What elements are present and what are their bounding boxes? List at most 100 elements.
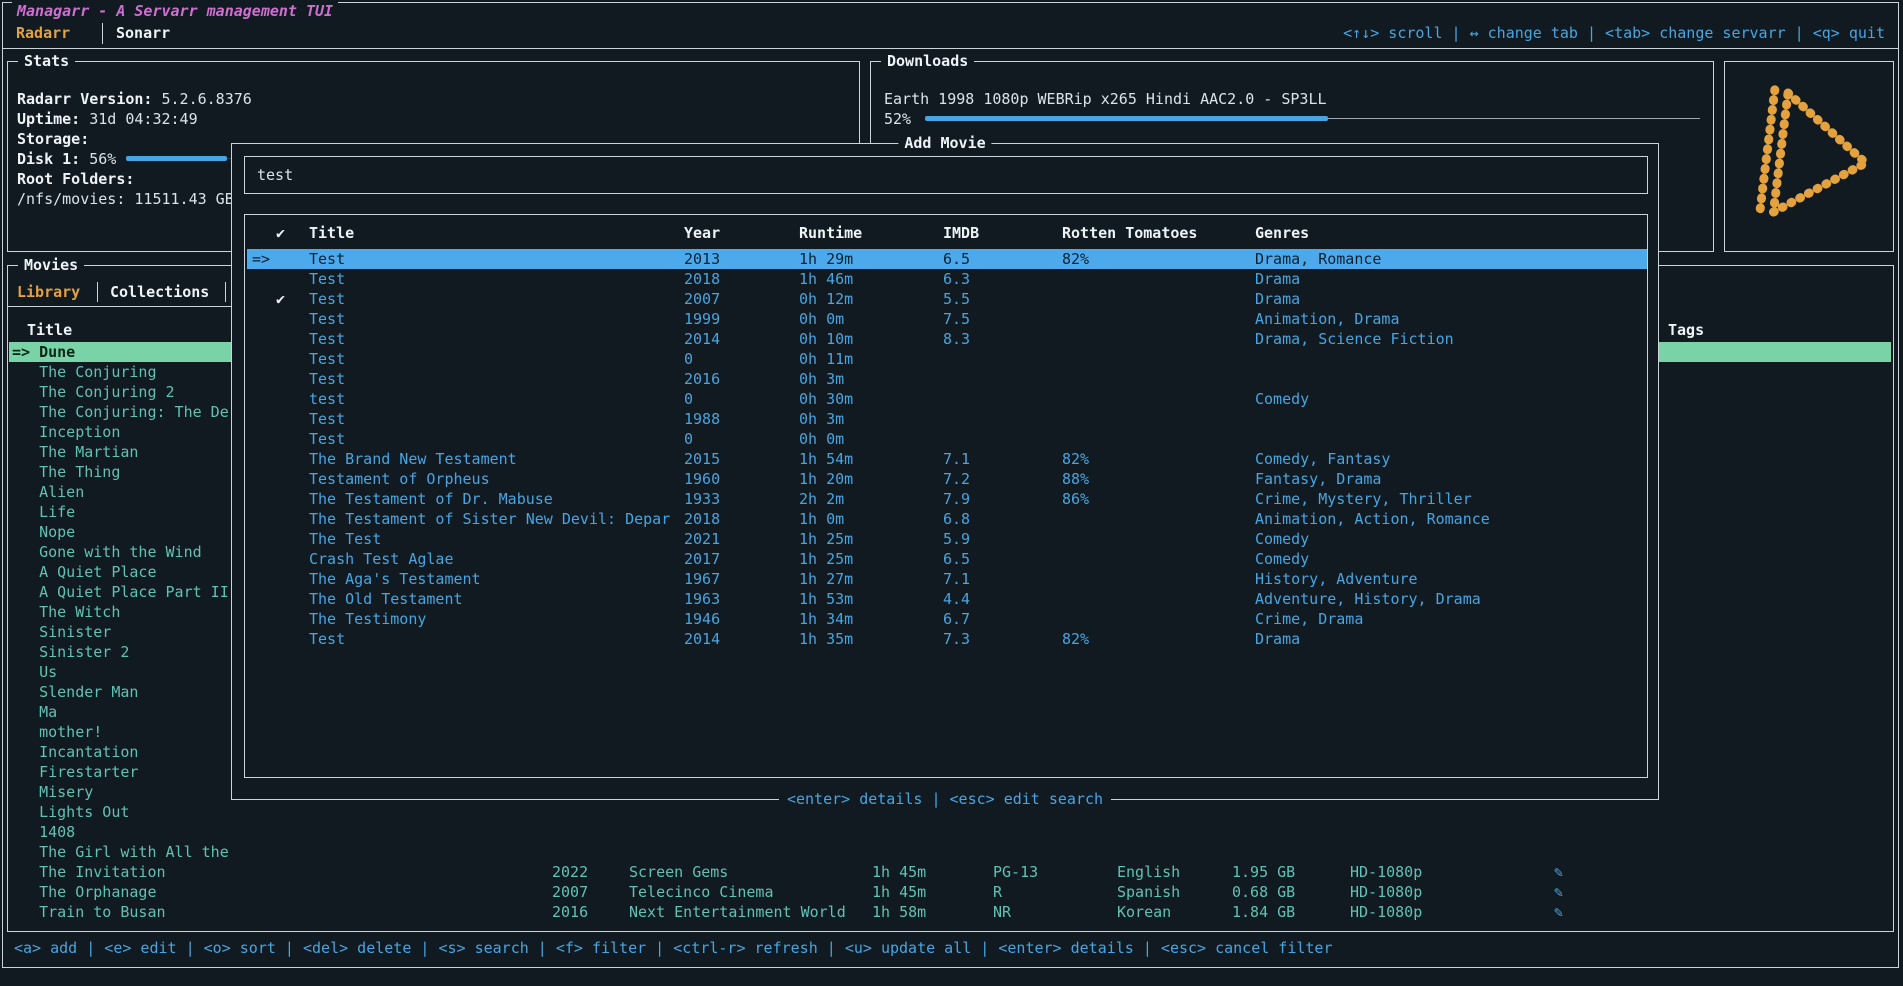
result-imdb: 7.2 <box>943 469 970 489</box>
selection-prefix-icon: => <box>252 249 270 269</box>
result-genres: Drama, Romance <box>1255 249 1381 269</box>
add-movie-result-row[interactable]: test00h 30mComedy <box>247 389 1647 409</box>
add-movie-result-row[interactable]: Test00h 11m <box>247 349 1647 369</box>
result-year: 1967 <box>684 569 720 589</box>
movie-list-item[interactable]: The Girl with All the <box>12 842 228 862</box>
add-movie-result-row[interactable]: Test20181h 46m6.3Drama <box>247 269 1647 289</box>
downloads-content: Earth 1998 1080p WEBRip x265 Hindi AAC2.… <box>884 89 1327 129</box>
add-movie-result-row[interactable]: Test19880h 3m <box>247 409 1647 429</box>
result-year: 0 <box>684 349 693 369</box>
managarr-app: Managarr - A Servarr management TUI Rada… <box>0 0 1903 986</box>
result-imdb: 6.8 <box>943 509 970 529</box>
result-runtime: 0h 10m <box>799 329 853 349</box>
movie-list-item[interactable]: 1408 <box>12 822 228 842</box>
result-rotten_tomatoes: 82% <box>1062 249 1089 269</box>
tab-library[interactable]: Library <box>17 282 80 302</box>
result-title: Crash Test Aglae <box>309 549 454 569</box>
result-genres: Drama <box>1255 269 1300 289</box>
add-movie-result-row[interactable]: =>Test20131h 29m6.582%Drama, Romance <box>247 249 1647 269</box>
add-movie-result-row[interactable]: Test00h 0m <box>247 429 1647 449</box>
movie-list-item[interactable]: Ma <box>12 702 228 722</box>
result-title: The Aga's Testament <box>309 569 481 589</box>
movie-list-item[interactable]: mother! <box>12 722 228 742</box>
results-column-header: IMDB <box>943 223 979 243</box>
stats-content: Radarr Version: 5.2.6.8376 Uptime: 31d 0… <box>17 89 252 209</box>
movie-list-item[interactable]: Sinister <box>12 622 228 642</box>
result-title: Test <box>309 289 345 309</box>
movie-language: English <box>1117 862 1180 882</box>
result-runtime: 0h 12m <box>799 289 853 309</box>
add-movie-result-row[interactable]: The Aga's Testament19671h 27m7.1History,… <box>247 569 1647 589</box>
movie-list-item[interactable]: Life <box>12 502 228 522</box>
result-runtime: 1h 0m <box>799 509 844 529</box>
add-movie-result-row[interactable]: The Testament of Sister New Devil: Depar… <box>247 509 1647 529</box>
add-movie-result-row[interactable]: Crash Test Aglae20171h 25m6.5Comedy <box>247 549 1647 569</box>
library-table-row[interactable]: 2007Telecinco Cinema1h 45mRSpanish0.68 G… <box>8 882 1888 902</box>
add-movie-result-row[interactable]: Test20160h 3m <box>247 369 1647 389</box>
library-table-row[interactable]: 2022Screen Gems1h 45mPG-13English1.95 GB… <box>8 862 1888 882</box>
add-movie-search-input[interactable]: test <box>244 156 1648 194</box>
movie-list-item[interactable]: Sinister 2 <box>12 642 228 662</box>
movie-list-item[interactable]: => Dune <box>12 342 228 362</box>
library-table-row[interactable]: 2016Next Entertainment World1h 58mNRKore… <box>8 902 1888 922</box>
results-column-header: Genres <box>1255 223 1309 243</box>
add-movie-result-row[interactable]: The Brand New Testament20151h 54m7.182%C… <box>247 449 1647 469</box>
add-movie-result-row[interactable]: The Old Testament19631h 53m4.4Adventure,… <box>247 589 1647 609</box>
movie-list-item[interactable]: The Conjuring 2 <box>12 382 228 402</box>
result-title: The Brand New Testament <box>309 449 517 469</box>
movie-list-item[interactable]: Slender Man <box>12 682 228 702</box>
movie-list-item[interactable]: Gone with the Wind <box>12 542 228 562</box>
results-column-header: Year <box>684 223 720 243</box>
result-genres: Animation, Drama <box>1255 309 1400 329</box>
movie-year: 2022 <box>552 862 588 882</box>
footer-keybinds: <a> add | <e> edit | <o> sort | <del> de… <box>14 938 1333 958</box>
movie-list-item[interactable]: Firestarter <box>12 762 228 782</box>
movie-list-item[interactable]: A Quiet Place Part II <box>12 582 228 602</box>
result-title: Test <box>309 269 345 289</box>
movie-list-item[interactable]: The Witch <box>12 602 228 622</box>
movie-quality: HD-1080p <box>1350 902 1422 922</box>
movie-list-item[interactable]: Nope <box>12 522 228 542</box>
result-genres: Drama <box>1255 289 1300 309</box>
tab-radarr[interactable]: Radarr <box>16 23 70 43</box>
add-movie-result-row[interactable]: The Testament of Dr. Mabuse19332h 2m7.98… <box>247 489 1647 509</box>
movie-list-item[interactable]: A Quiet Place <box>12 562 228 582</box>
movie-size: 1.95 GB <box>1232 862 1295 882</box>
uptime: Uptime: 31d 04:32:49 <box>17 109 252 129</box>
result-year: 1933 <box>684 489 720 509</box>
movie-list-item[interactable]: The Conjuring <box>12 362 228 382</box>
result-runtime: 1h 27m <box>799 569 853 589</box>
result-year: 1960 <box>684 469 720 489</box>
result-runtime: 0h 0m <box>799 429 844 449</box>
result-year: 2021 <box>684 529 720 549</box>
add-movie-result-row[interactable]: Testament of Orpheus19601h 20m7.288%Fant… <box>247 469 1647 489</box>
result-title: The Testimony <box>309 609 426 629</box>
movie-list-item[interactable]: Alien <box>12 482 228 502</box>
add-movie-result-row[interactable]: The Test20211h 25m5.9Comedy <box>247 529 1647 549</box>
movie-list-item[interactable]: The Conjuring: The De <box>12 402 228 422</box>
result-title: Testament of Orpheus <box>309 469 490 489</box>
add-movie-result-row[interactable]: Test20140h 10m8.3Drama, Science Fiction <box>247 329 1647 349</box>
result-runtime: 1h 25m <box>799 529 853 549</box>
movie-year: 2007 <box>552 882 588 902</box>
movie-list-item[interactable]: Inception <box>12 422 228 442</box>
download-item-title: Earth 1998 1080p WEBRip x265 Hindi AAC2.… <box>884 89 1327 109</box>
movie-list-item[interactable]: Lights Out <box>12 802 228 822</box>
tab-sonarr[interactable]: Sonarr <box>116 23 170 43</box>
add-movie-result-row[interactable]: Test19990h 0m7.5Animation, Drama <box>247 309 1647 329</box>
movie-list-item[interactable]: Us <box>12 662 228 682</box>
add-movie-result-row[interactable]: The Testimony19461h 34m6.7Crime, Drama <box>247 609 1647 629</box>
movie-list-item[interactable]: Incantation <box>12 742 228 762</box>
tab-collections[interactable]: Collections <box>110 282 209 302</box>
movie-list-item[interactable]: The Thing <box>12 462 228 482</box>
result-genres: Crime, Drama <box>1255 609 1363 629</box>
add-movie-modal: Add Movie test ✔TitleYearRuntimeIMDBRott… <box>231 143 1659 800</box>
movie-list-item[interactable]: The Martian <box>12 442 228 462</box>
add-movie-result-row[interactable]: ✔Test20070h 12m5.5Drama <box>247 289 1647 309</box>
results-column-header: ✔ <box>276 223 285 243</box>
movie-list-item[interactable]: Misery <box>12 782 228 802</box>
result-imdb: 7.1 <box>943 569 970 589</box>
result-imdb: 7.9 <box>943 489 970 509</box>
library-tab-separator <box>97 282 98 302</box>
add-movie-result-row[interactable]: Test20141h 35m7.382%Drama <box>247 629 1647 649</box>
